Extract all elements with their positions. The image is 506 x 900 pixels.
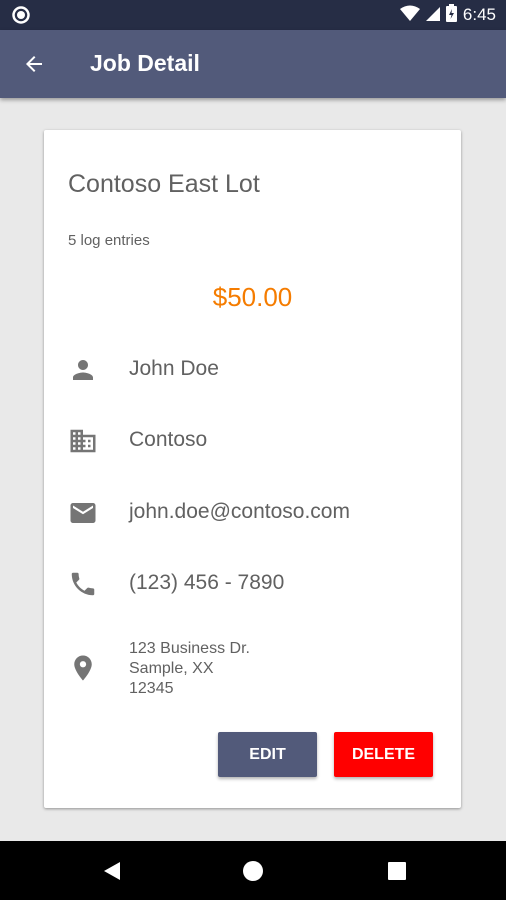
log-entries-count: 5 log entries: [68, 232, 150, 249]
triangle-back-icon: [104, 862, 120, 880]
email-icon: [68, 498, 98, 528]
address-line-3: 12345: [129, 680, 174, 697]
business-icon: [68, 426, 98, 456]
status-indicators: 6:45: [399, 3, 496, 27]
wifi-icon: [399, 5, 420, 26]
arrow-back-icon: [26, 56, 42, 72]
contact-phone[interactable]: (123) 456 - 7890: [129, 571, 284, 595]
address-line-2: Sample, XX: [129, 660, 214, 677]
notification-icon: [12, 6, 30, 24]
nav-home-button[interactable]: [241, 859, 265, 883]
contact-email[interactable]: john.doe@contoso.com: [129, 500, 350, 524]
address-block[interactable]: 123 Business Dr. Sample, XX 12345: [129, 639, 250, 699]
circle-home-icon: [243, 861, 263, 881]
system-nav-bar: [0, 841, 506, 900]
status-time: 6:45: [462, 5, 496, 24]
job-title: Contoso East Lot: [68, 170, 260, 198]
status-bar: 6:45: [0, 0, 506, 30]
job-amount: $50.00: [212, 282, 293, 312]
phone-icon: [68, 569, 98, 599]
job-detail-card: Contoso East Lot 5 log entries $50.00 Jo…: [44, 130, 461, 808]
address-line-1: 123 Business Dr.: [129, 640, 250, 657]
edit-button[interactable]: EDIT: [218, 732, 317, 777]
person-icon: [68, 355, 98, 385]
contact-name: John Doe: [129, 357, 219, 380]
signal-icon: [425, 5, 440, 26]
battery-icon: [445, 3, 457, 27]
nav-back-button[interactable]: [100, 859, 124, 883]
location-icon: [68, 653, 98, 683]
nav-recents-button[interactable]: [385, 859, 409, 883]
page-title: Job Detail: [90, 50, 200, 76]
square-recents-icon: [388, 862, 406, 880]
app-toolbar: Job Detail: [0, 30, 506, 98]
company-name: Contoso: [129, 428, 208, 451]
back-button[interactable]: [22, 52, 46, 76]
delete-button[interactable]: DELETE: [334, 732, 433, 777]
